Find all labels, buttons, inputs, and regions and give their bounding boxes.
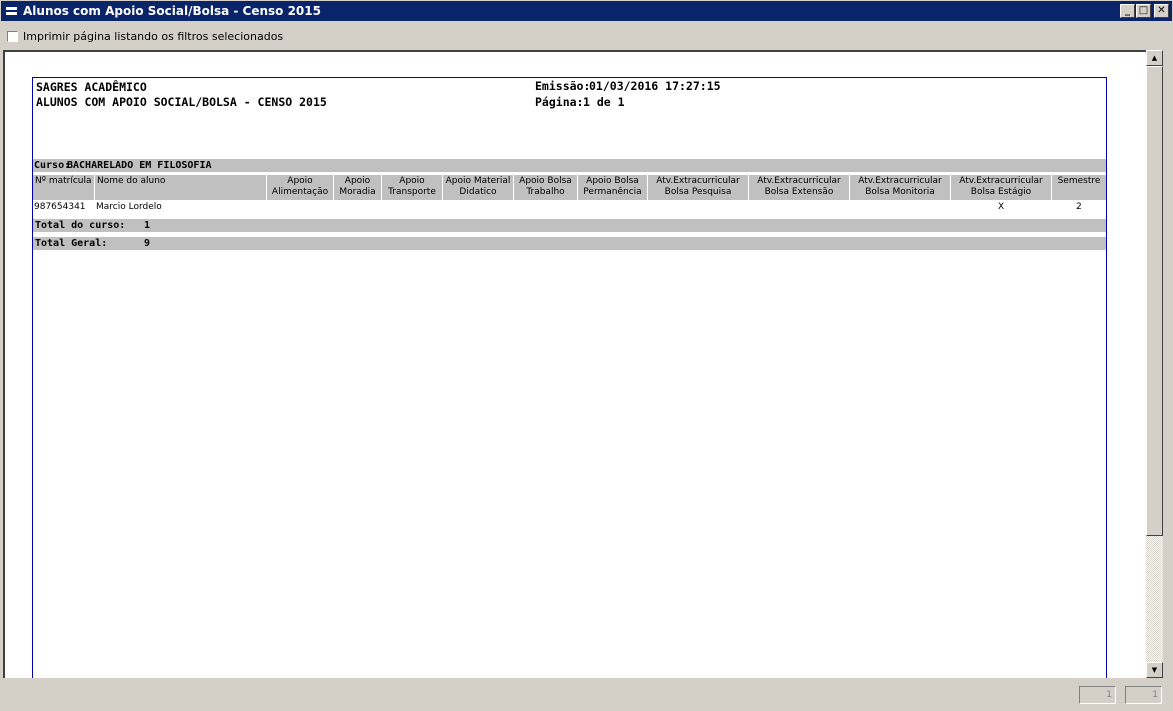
col-apoio-transporte: Apoio Transporte xyxy=(382,175,443,200)
course-name: BACHARELADO EM FILOSOFIA xyxy=(67,160,212,171)
row-matricula: 987654341 xyxy=(34,202,86,212)
total-general-bar: Total Geral: 9 xyxy=(33,237,1106,250)
total-general-value: 9 xyxy=(144,238,151,249)
row-semestre: 2 xyxy=(1076,202,1082,212)
col-nome: Nome do aluno xyxy=(95,175,267,200)
col-apoio-bolsa-permanencia: Apoio Bolsa Permanência xyxy=(578,175,648,200)
scroll-down-icon[interactable]: ▼ xyxy=(1146,662,1163,678)
window-title-bar[interactable]: Alunos com Apoio Social/Bolsa - Censo 20… xyxy=(0,0,1173,22)
total-course-value: 1 xyxy=(144,220,151,231)
system-name: SAGRES ACADÊMICO xyxy=(36,80,147,94)
vertical-scrollbar[interactable]: ▲ ▼ xyxy=(1146,50,1163,678)
window-menu-icon[interactable] xyxy=(6,5,17,17)
maximize-button[interactable]: □ xyxy=(1136,4,1151,18)
minimize-button[interactable]: _ xyxy=(1120,4,1135,18)
close-button[interactable]: ✕ xyxy=(1154,4,1169,18)
col-apoio-bolsa-trabalho: Apoio Bolsa Trabalho xyxy=(514,175,578,200)
status-box-2: 1 xyxy=(1125,686,1162,704)
page-value: 1 de 1 xyxy=(583,95,625,109)
total-course-bar: Total do curso: 1 xyxy=(33,219,1106,232)
total-general-label: Total Geral: xyxy=(35,238,108,249)
scroll-thumb[interactable] xyxy=(1146,66,1163,536)
col-apoio-alimentacao: Apoio Alimentação xyxy=(267,175,334,200)
print-filters-checkbox[interactable] xyxy=(7,31,18,42)
col-semestre: Semestre xyxy=(1057,176,1101,186)
col-bolsa-extensao: Atv.Extracurricular Bolsa Extensão xyxy=(749,175,850,200)
col-bolsa-monitoria: Atv.Extracurricular Bolsa Monitoria xyxy=(850,175,951,200)
table-header: Nº matrícula Nome do aluno Apoio Aliment… xyxy=(33,175,1106,200)
total-course-label: Total do curso: xyxy=(35,220,126,231)
page-label: Página: xyxy=(535,95,584,109)
print-filters-label[interactable]: Imprimir página listando os filtros sele… xyxy=(23,30,283,43)
course-label: Curso: xyxy=(34,160,71,171)
report-title: ALUNOS COM APOIO SOCIAL/BOLSA - CENSO 20… xyxy=(36,95,327,109)
col-bolsa-pesquisa: Atv.Extracurricular Bolsa Pesquisa xyxy=(648,175,749,200)
scroll-up-icon[interactable]: ▲ xyxy=(1146,50,1163,66)
report-page: SAGRES ACADÊMICO ALUNOS COM APOIO SOCIAL… xyxy=(32,77,1107,678)
emission-label: Emissão: xyxy=(535,79,591,93)
report-viewport[interactable]: SAGRES ACADÊMICO ALUNOS COM APOIO SOCIAL… xyxy=(3,50,1146,678)
emission-value: 01/03/2016 17:27:15 xyxy=(589,79,721,93)
window-title: Alunos com Apoio Social/Bolsa - Censo 20… xyxy=(23,4,321,18)
row-bolsa-estagio: X xyxy=(998,202,1005,212)
options-row: Imprimir página listando os filtros sele… xyxy=(0,26,1173,48)
course-bar: Curso: BACHARELADO EM FILOSOFIA xyxy=(33,159,1106,172)
col-apoio-moradia: Apoio Moradia xyxy=(334,175,382,200)
col-matricula: Nº matrícula xyxy=(33,175,95,200)
col-bolsa-estagio: Atv.Extracurricular Bolsa Estágio xyxy=(951,175,1052,200)
col-apoio-material: Apoio Material Didatico xyxy=(443,175,514,200)
status-box-1: 1 xyxy=(1079,686,1116,704)
row-nome: Marcio Lordelo xyxy=(96,202,162,212)
